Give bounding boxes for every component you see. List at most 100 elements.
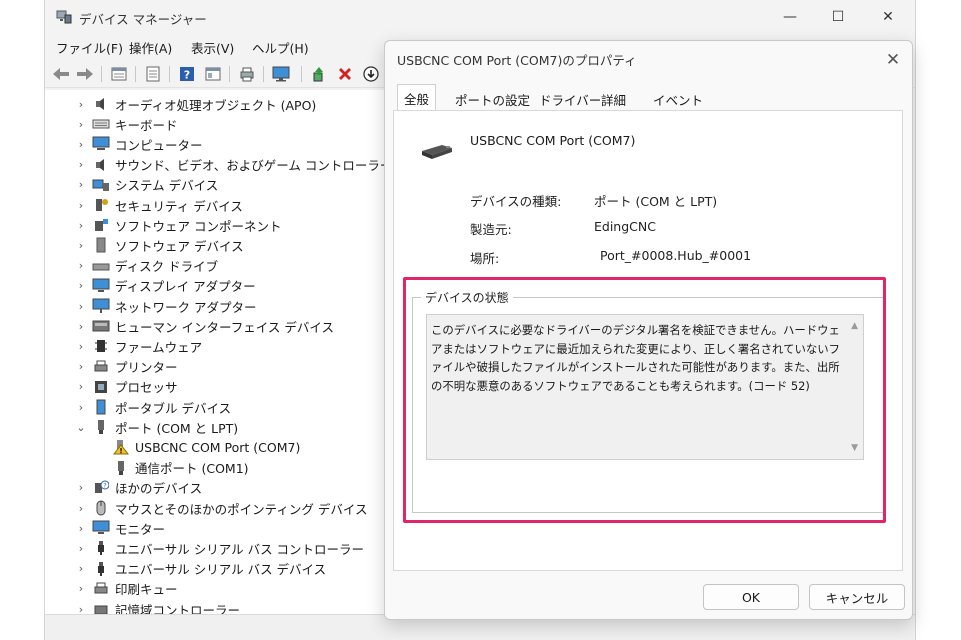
expand-chevron-icon[interactable]: › <box>75 178 87 191</box>
tree-child-item[interactable]: USBCNC COM Port (COM7) <box>107 437 300 457</box>
tree-category-item[interactable]: › ポータブル デバイス <box>75 397 231 417</box>
download-icon[interactable] <box>361 64 381 84</box>
expand-chevron-icon[interactable]: › <box>75 320 87 333</box>
properties-icon[interactable] <box>109 64 129 84</box>
device-type-value: ポート (COM と LPT) <box>594 194 718 209</box>
tree-child-item[interactable]: 通信ポート (COM1) <box>107 458 249 478</box>
tree-category-item[interactable]: › ソフトウェア コンポーネント <box>75 215 282 235</box>
expand-chevron-icon[interactable]: › <box>75 401 87 414</box>
speaker-icon <box>92 157 110 173</box>
help-icon[interactable]: ? <box>177 64 197 84</box>
device-status-label: デバイスの状態 <box>421 289 513 306</box>
location-value: Port_#0008.Hub_#0001 <box>600 248 752 263</box>
device-manager-app-icon <box>56 10 72 24</box>
expand-chevron-icon[interactable]: › <box>75 360 87 373</box>
expand-chevron-icon[interactable]: › <box>75 582 87 595</box>
print-icon[interactable] <box>237 64 257 84</box>
tree-item-label: ほかのデバイス <box>115 481 203 497</box>
tree-category-item[interactable]: › プリンター <box>75 357 178 377</box>
expand-chevron-icon[interactable]: › <box>75 118 87 131</box>
tree-item-label: オーディオ処理オブジェクト (APO) <box>115 97 317 113</box>
tree-item-label: 通信ポート (COM1) <box>135 461 249 477</box>
dialog-close-button[interactable]: ✕ <box>882 49 904 71</box>
scroll-down-arrow-icon[interactable]: ▼ <box>851 443 858 453</box>
expand-chevron-icon[interactable]: › <box>75 158 87 171</box>
tree-category-item[interactable]: › セキュリティ デバイス <box>75 195 243 215</box>
expand-chevron-icon[interactable]: › <box>75 481 87 494</box>
tree-category-item[interactable]: › 印刷キュー <box>75 579 178 599</box>
expand-chevron-icon[interactable]: › <box>75 199 87 212</box>
menu-help[interactable]: ヘルプ(H) <box>252 38 309 57</box>
tree-category-item[interactable]: › マウスとそのほかのポインティング デバイス <box>75 498 367 518</box>
tree-category-item[interactable]: › システム デバイス <box>75 175 218 195</box>
tab-general[interactable]: 全般 <box>397 84 437 111</box>
tree-category-item[interactable]: › コンピューター <box>75 134 203 154</box>
expand-chevron-icon[interactable]: › <box>75 340 87 353</box>
minimize-button[interactable]: — <box>767 4 813 30</box>
expand-chevron-icon[interactable]: › <box>75 380 87 393</box>
expand-chevron-icon[interactable]: › <box>75 138 87 151</box>
tree-item-label: セキュリティ デバイス <box>115 198 243 214</box>
back-icon[interactable] <box>51 64 71 84</box>
manufacturer-value: EdingCNC <box>594 219 656 234</box>
uninstall-icon[interactable] <box>335 64 355 84</box>
tree-item-label: プロセッサ <box>115 380 178 396</box>
expand-chevron-icon[interactable]: › <box>75 562 87 575</box>
tree-category-item[interactable]: › サウンド、ビデオ、およびゲーム コントローラー <box>75 155 385 175</box>
cancel-button[interactable]: キャンセル <box>809 584 905 610</box>
tree-category-item[interactable]: › ディスク ドライブ <box>75 256 218 276</box>
storage-icon <box>92 601 110 614</box>
tree-category-item[interactable]: › ユニバーサル シリアル バス デバイス <box>75 559 326 579</box>
tree-item-label: ユニバーサル シリアル バス コントローラー <box>115 541 365 557</box>
port-icon <box>112 460 130 476</box>
expand-chevron-icon[interactable]: › <box>75 300 87 313</box>
device-status-textbox[interactable]: このデバイスに必要なドライバーのデジタル署名を検証できません。ハードウェアまたは… <box>426 314 864 460</box>
tree-item-label: ディスク ドライブ <box>115 259 219 275</box>
close-window-button[interactable]: ✕ <box>865 4 911 30</box>
update-driver-icon[interactable] <box>309 64 329 84</box>
tree-category-item[interactable]: › モニター <box>75 518 165 538</box>
expand-chevron-icon[interactable]: › <box>75 502 87 515</box>
maximize-button[interactable]: ☐ <box>815 4 861 30</box>
tree-category-item[interactable]: › ユニバーサル シリアル バス コントローラー <box>75 538 364 558</box>
expand-chevron-icon[interactable]: › <box>75 98 87 111</box>
tab-events[interactable]: イベント <box>647 86 709 110</box>
tree-category-item[interactable]: ›? ほかのデバイス <box>75 478 202 498</box>
tree-category-item[interactable]: › キーボード <box>75 114 178 134</box>
monitor-icon[interactable] <box>271 64 291 84</box>
location-label: 場所: <box>470 251 500 266</box>
tree-category-item[interactable]: › ディスプレイ アダプター <box>75 276 256 296</box>
tree-category-item[interactable]: ⌄ ポート (COM と LPT) <box>75 417 238 437</box>
tree-item-label: USBCNC COM Port (COM7) <box>135 439 301 455</box>
scroll-up-arrow-icon[interactable]: ▲ <box>851 321 858 331</box>
tree-category-item[interactable]: › オーディオ処理オブジェクト (APO) <box>75 94 316 114</box>
menu-file[interactable]: ファイル(F) <box>56 38 123 57</box>
expand-chevron-icon[interactable]: › <box>75 522 87 535</box>
network-icon <box>92 298 110 314</box>
collapse-chevron-icon[interactable]: ⌄ <box>75 421 87 434</box>
tree-item-label: サウンド、ビデオ、およびゲーム コントローラー <box>115 158 385 174</box>
refresh-icon[interactable] <box>143 64 163 84</box>
forward-icon[interactable] <box>75 64 95 84</box>
tree-category-item[interactable]: › ソフトウェア デバイス <box>75 235 244 255</box>
expand-chevron-icon[interactable]: › <box>75 259 87 272</box>
menu-view[interactable]: 表示(V) <box>191 38 234 57</box>
view-icon[interactable] <box>203 64 223 84</box>
tree-category-item[interactable]: › ファームウェア <box>75 336 202 356</box>
tree-category-item[interactable]: › 記憶域コントローラー <box>75 599 240 614</box>
properties-dialog: USBCNC COM Port (COM7)のプロパティ ✕ 全般 ポートの設定… <box>384 40 913 620</box>
tab-details[interactable]: 詳細 <box>595 86 632 110</box>
tree-category-item[interactable]: › プロセッサ <box>75 377 178 397</box>
expand-chevron-icon[interactable]: › <box>75 219 87 232</box>
tab-port-settings[interactable]: ポートの設定 <box>449 86 536 110</box>
expand-chevron-icon[interactable]: › <box>75 603 87 615</box>
expand-chevron-icon[interactable]: › <box>75 279 87 292</box>
tree-category-item[interactable]: › ネットワーク アダプター <box>75 296 256 316</box>
ok-button[interactable]: OK <box>703 584 799 610</box>
display-icon <box>92 278 110 294</box>
menu-action[interactable]: 操作(A) <box>129 38 172 57</box>
expand-chevron-icon[interactable]: › <box>75 542 87 555</box>
expand-chevron-icon[interactable]: › <box>75 239 87 252</box>
tree-category-item[interactable]: › ヒューマン インターフェイス デバイス <box>75 316 334 336</box>
tree-item-label: システム デバイス <box>115 178 219 194</box>
